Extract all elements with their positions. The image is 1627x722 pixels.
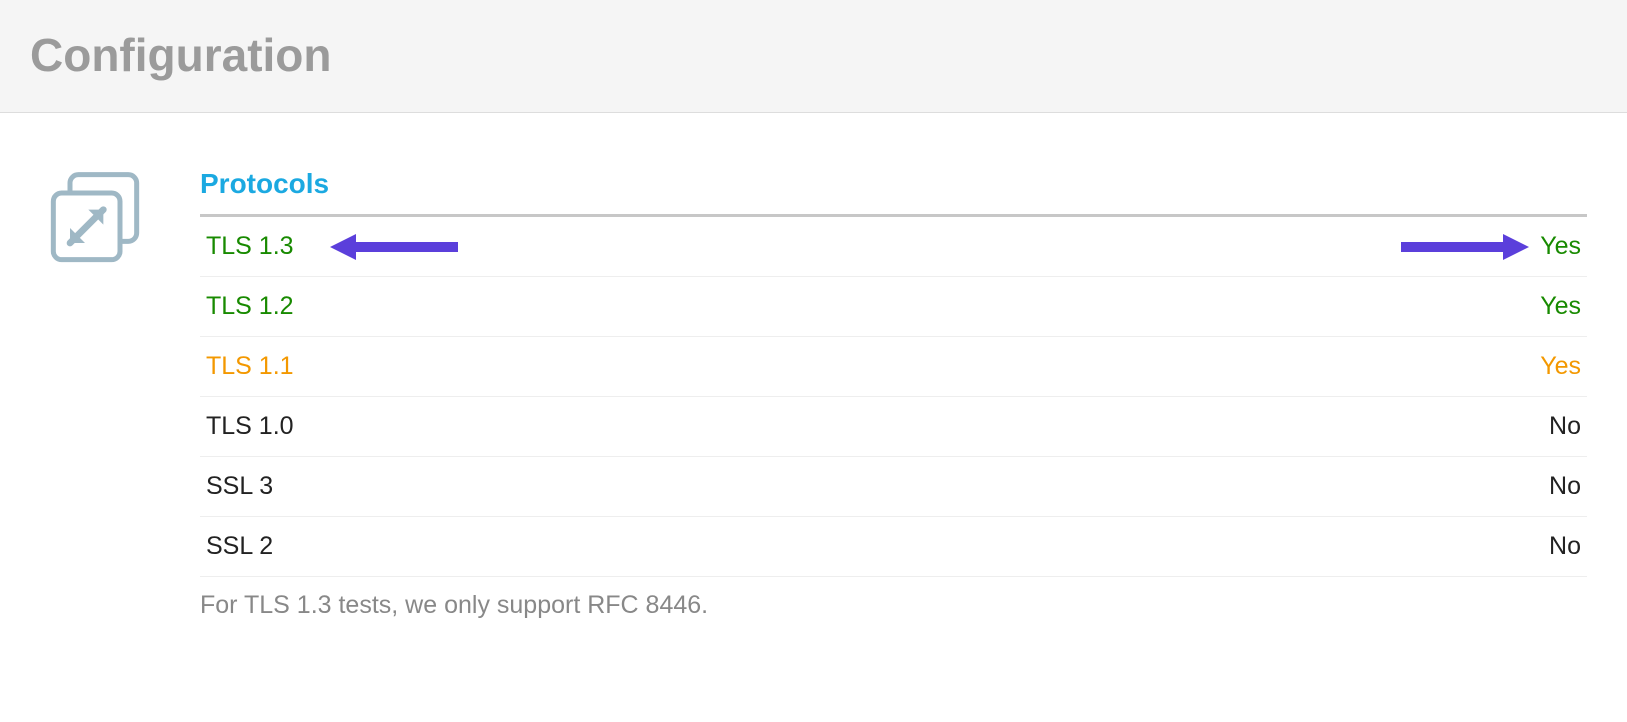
- page-title: Configuration: [30, 28, 1597, 82]
- header-bar: Configuration: [0, 0, 1627, 113]
- content-area: Protocols TLS 1.3 Yes TLS 1.2 Yes TLS 1.1 Yes…: [0, 113, 1627, 650]
- icon-column: [45, 168, 200, 620]
- protocol-status: No: [1549, 472, 1581, 501]
- protocols-table: Protocols TLS 1.3 Yes TLS 1.2 Yes TLS 1.1 Yes…: [200, 168, 1587, 620]
- section-title: Protocols: [200, 168, 1587, 217]
- protocol-name: SSL 3: [206, 472, 273, 501]
- protocol-row: SSL 2 No: [200, 517, 1587, 577]
- protocol-name: TLS 1.0: [206, 412, 294, 441]
- protocol-status: Yes: [1540, 292, 1581, 321]
- protocol-status: No: [1549, 532, 1581, 561]
- protocol-row: TLS 1.3 Yes: [200, 217, 1587, 277]
- protocol-status: Yes: [1540, 352, 1581, 381]
- protocol-row: TLS 1.0 No: [200, 397, 1587, 457]
- protocols-footnote: For TLS 1.3 tests, we only support RFC 8…: [200, 577, 1587, 620]
- protocol-status: No: [1549, 412, 1581, 441]
- protocol-name: TLS 1.2: [206, 292, 294, 321]
- protocols-expand-icon: [45, 168, 145, 268]
- protocol-name: TLS 1.1: [206, 352, 294, 381]
- protocol-name: TLS 1.3: [206, 232, 294, 261]
- protocol-row: TLS 1.1 Yes: [200, 337, 1587, 397]
- protocol-name: SSL 2: [206, 532, 273, 561]
- annotation-arrow-right-icon: [1399, 232, 1529, 262]
- protocol-status: Yes: [1540, 232, 1581, 261]
- annotation-arrow-left-icon: [330, 232, 460, 262]
- protocol-row: TLS 1.2 Yes: [200, 277, 1587, 337]
- protocol-row: SSL 3 No: [200, 457, 1587, 517]
